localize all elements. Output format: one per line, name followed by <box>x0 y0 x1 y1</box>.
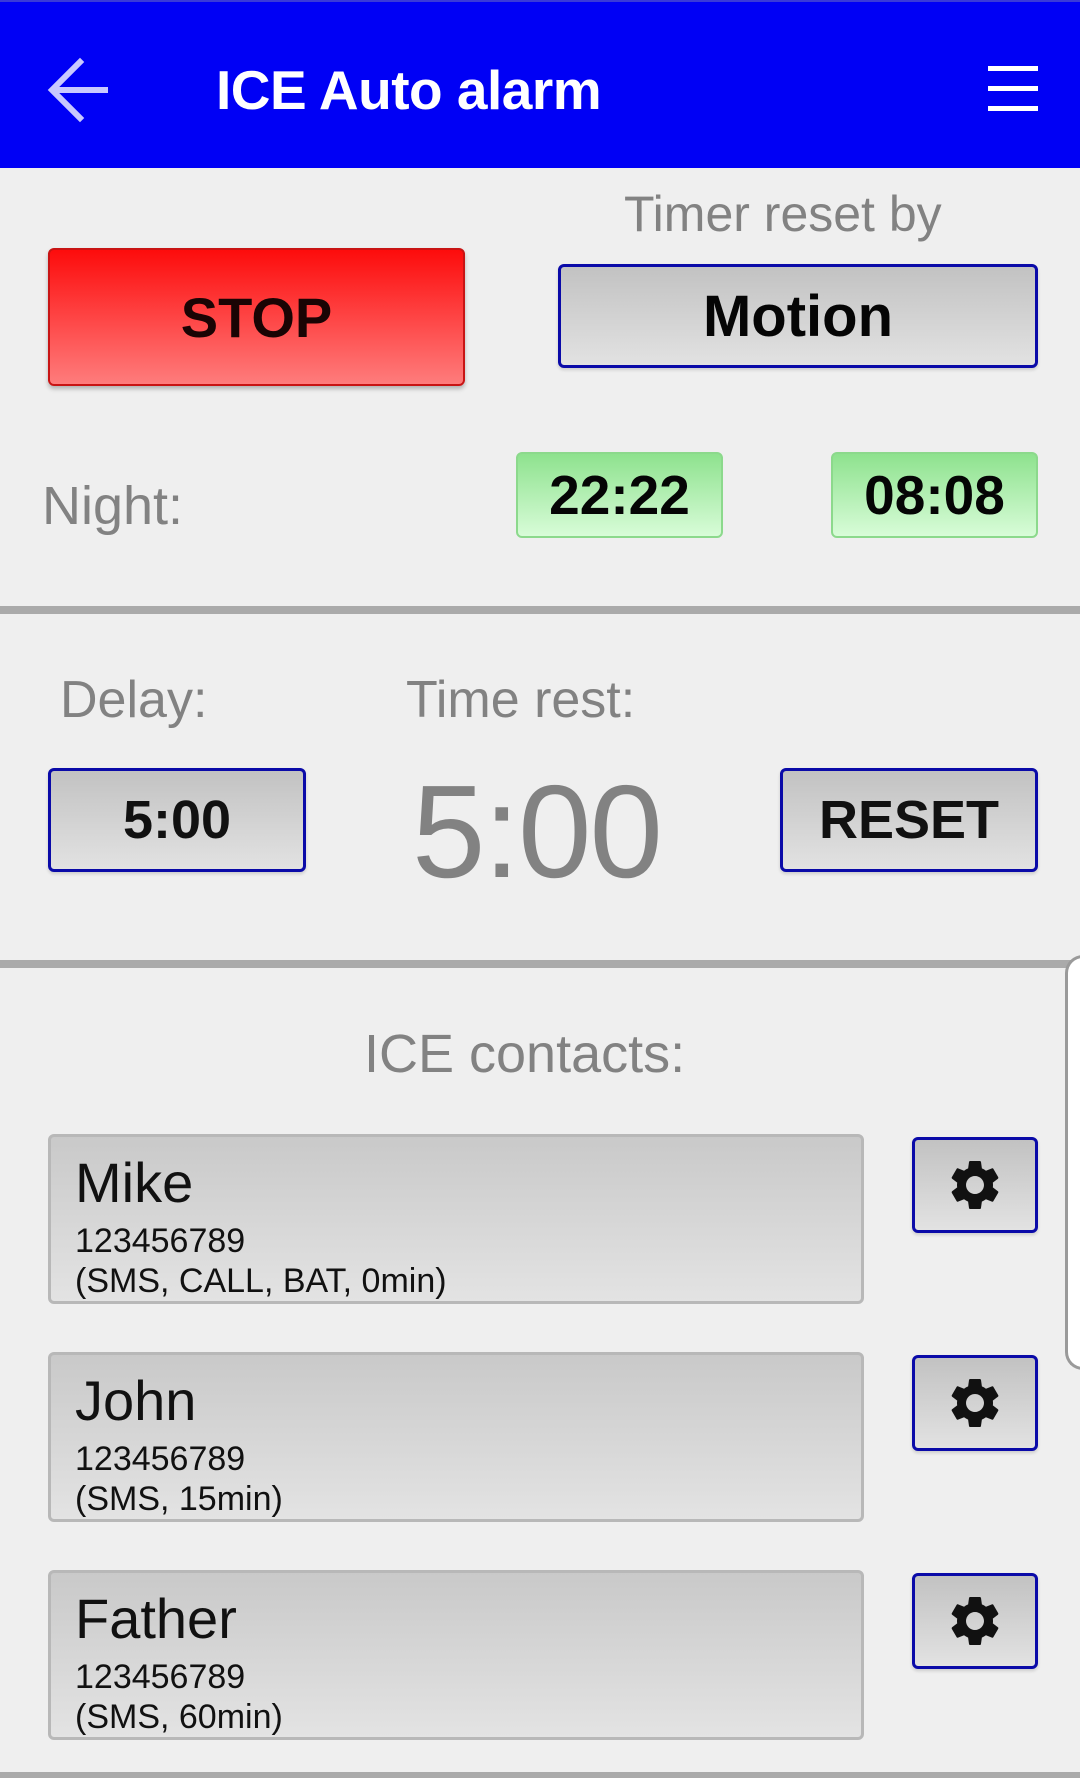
edge-panel-handle[interactable] <box>1065 955 1080 1370</box>
section-divider <box>0 960 1080 968</box>
back-button[interactable] <box>44 54 116 126</box>
night-end-time-button[interactable]: 08:08 <box>831 452 1038 538</box>
arrow-left-icon <box>47 57 108 123</box>
reset-button[interactable]: RESET <box>780 768 1038 872</box>
contact-settings-button[interactable] <box>912 1137 1038 1233</box>
contact-settings-button[interactable] <box>912 1573 1038 1669</box>
section-divider <box>0 1772 1080 1778</box>
contact-settings-button[interactable] <box>912 1355 1038 1451</box>
stop-button[interactable]: STOP <box>48 248 465 386</box>
delay-label: Delay: <box>60 671 208 729</box>
section-divider <box>0 606 1080 614</box>
contact-options: (SMS, 60min) <box>75 1698 283 1736</box>
app-title: ICE Auto alarm <box>216 59 602 121</box>
time-rest-label: Time rest: <box>406 671 636 729</box>
contact-options: (SMS, CALL, BAT, 0min) <box>75 1262 447 1300</box>
night-start-time-button[interactable]: 22:22 <box>516 452 723 538</box>
delay-button[interactable]: 5:00 <box>48 768 306 872</box>
contact-name: John <box>75 1369 197 1432</box>
gear-icon <box>951 1161 999 1209</box>
contact-options: (SMS, 15min) <box>75 1480 283 1518</box>
contact-number: 123456789 <box>75 1658 246 1696</box>
app-bar: ICE Auto alarm <box>0 0 1080 168</box>
gear-icon <box>951 1379 999 1427</box>
night-label: Night: <box>42 476 184 536</box>
contact-card[interactable]: Father 123456789 (SMS, 60min) <box>48 1570 864 1740</box>
gear-icon <box>951 1597 999 1645</box>
timer-reset-mode-button[interactable]: Motion <box>558 264 1038 368</box>
contact-number: 123456789 <box>75 1222 246 1260</box>
time-rest-value: 5:00 <box>412 758 663 905</box>
contacts-heading: ICE contacts: <box>364 1024 686 1084</box>
contact-number: 123456789 <box>75 1440 246 1478</box>
menu-button[interactable] <box>984 64 1042 116</box>
contact-card[interactable]: John 123456789 (SMS, 15min) <box>48 1352 864 1522</box>
contact-card[interactable]: Mike 123456789 (SMS, CALL, BAT, 0min) <box>48 1134 864 1304</box>
contact-name: Mike <box>75 1151 194 1214</box>
contact-name: Father <box>75 1587 237 1650</box>
timer-reset-by-label: Timer reset by <box>624 186 942 242</box>
